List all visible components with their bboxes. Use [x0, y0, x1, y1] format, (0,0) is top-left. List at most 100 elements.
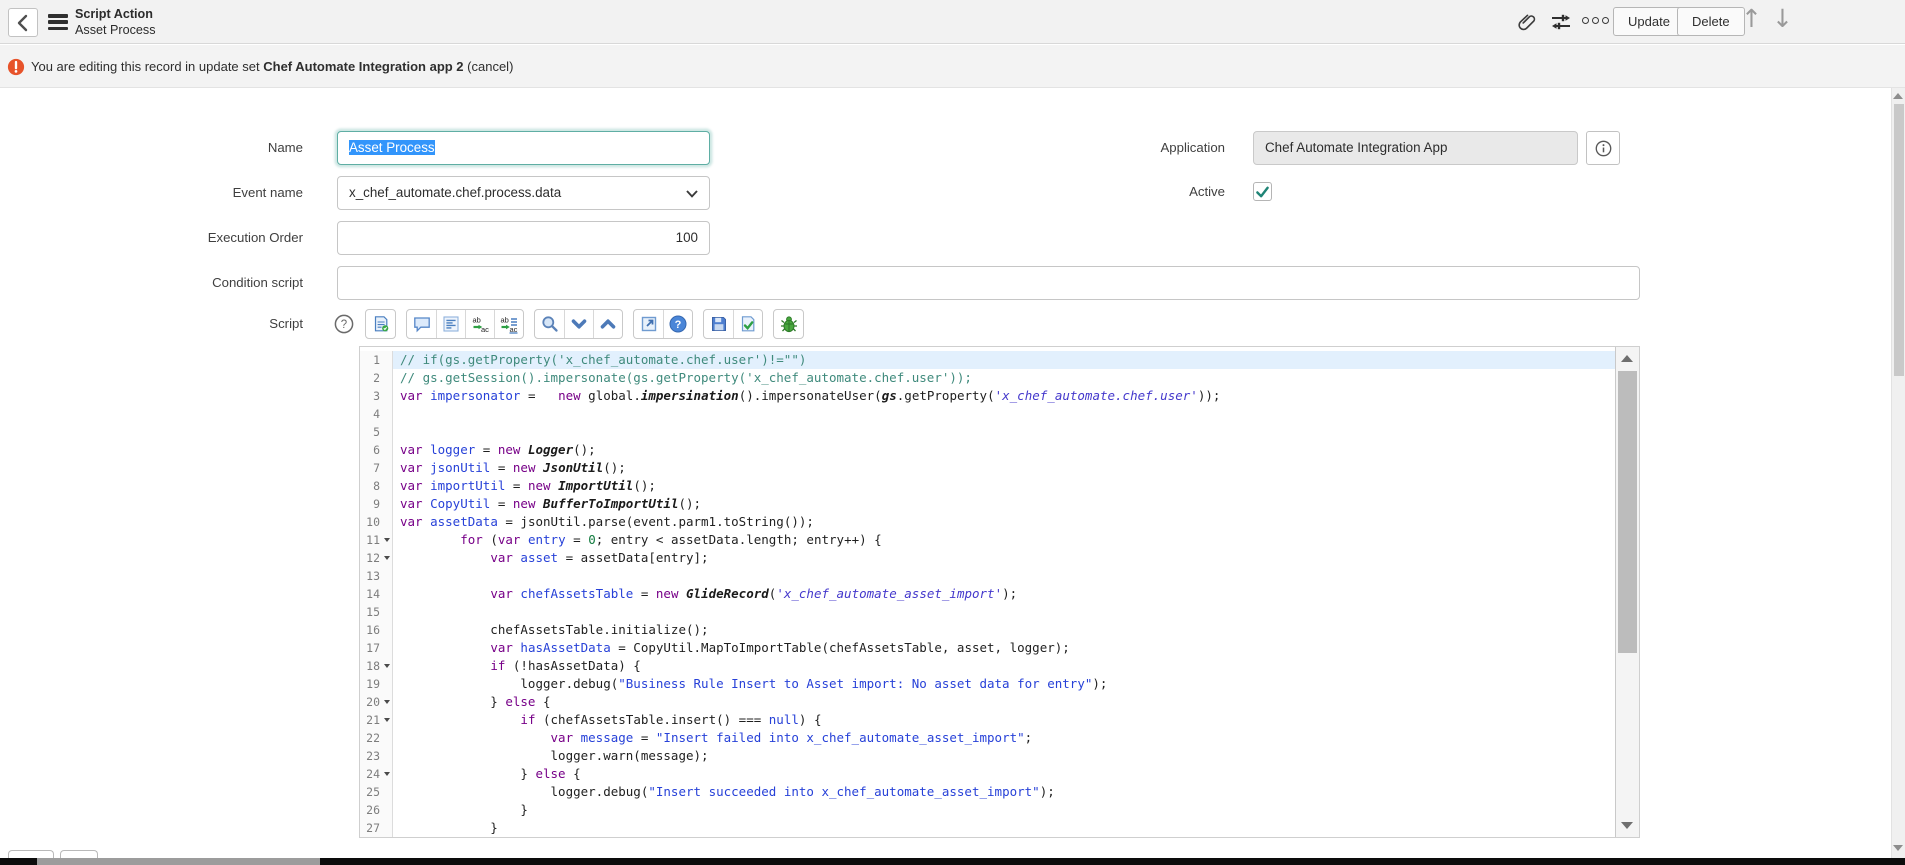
code-text[interactable]: logger.debug("Business Rule Insert to As… [393, 675, 1615, 693]
code-text[interactable]: var message = "Insert failed into x_chef… [393, 729, 1615, 747]
code-text[interactable] [393, 423, 1615, 441]
code-line-11[interactable]: 11 for (var entry = 0; entry < assetData… [360, 531, 1615, 549]
code-text[interactable]: var hasAssetData = CopyUtil.MapToImportT… [393, 639, 1615, 657]
code-line-24[interactable]: 24 } else { [360, 765, 1615, 783]
code-line-3[interactable]: 3var impersonator = new global.impersina… [360, 387, 1615, 405]
editor-scrollbar[interactable] [1615, 347, 1639, 837]
personalize-form-icon[interactable] [1548, 9, 1574, 35]
code-text[interactable]: var CopyUtil = new BufferToImportUtil(); [393, 495, 1615, 513]
code-fold-icon[interactable] [384, 718, 390, 722]
banner-cancel-link[interactable]: (cancel) [464, 59, 514, 74]
code-text[interactable]: var jsonUtil = new JsonUtil(); [393, 459, 1615, 477]
application-info-button[interactable] [1586, 131, 1620, 165]
code-line-16[interactable]: 16 chefAssetsTable.initialize(); [360, 621, 1615, 639]
code-line-27[interactable]: 27 } [360, 819, 1615, 837]
script-code-editor[interactable]: 1// if(gs.getProperty('x_chef_automate.c… [359, 346, 1640, 838]
code-line-4[interactable]: 4 [360, 405, 1615, 423]
code-line-13[interactable]: 13 [360, 567, 1615, 585]
api-help-icon[interactable]: ? [663, 310, 692, 338]
code-text[interactable]: logger.warn(message); [393, 747, 1615, 765]
code-text[interactable]: var logger = new Logger(); [393, 441, 1615, 459]
debug-icon[interactable] [774, 310, 803, 338]
code-text[interactable]: var assetData = jsonUtil.parse(event.par… [393, 513, 1615, 531]
code-fold-icon[interactable] [384, 538, 390, 542]
find-previous-icon[interactable] [593, 310, 622, 338]
next-record-icon[interactable]: ↓ [1772, 4, 1793, 33]
code-line-26[interactable]: 26 } [360, 801, 1615, 819]
code-text[interactable]: for (var entry = 0; entry < assetData.le… [393, 531, 1615, 549]
code-text[interactable]: if (!hasAssetData) { [393, 657, 1615, 675]
code-text[interactable] [393, 405, 1615, 423]
code-text[interactable]: var importUtil = new ImportUtil(); [393, 477, 1615, 495]
replace-all-icon[interactable]: abac [494, 310, 523, 338]
page-scroll-up-icon[interactable] [1893, 93, 1903, 99]
code-fold-icon[interactable] [384, 700, 390, 704]
code-text[interactable]: logger.debug("Insert succeeded into x_ch… [393, 783, 1615, 801]
editor-scroll-up-icon[interactable] [1621, 355, 1633, 362]
page-scrollbar[interactable] [1891, 88, 1905, 858]
event-name-select[interactable]: x_chef_automate.chef.process.data [337, 176, 710, 210]
code-text[interactable] [393, 567, 1615, 585]
context-menu-icon[interactable] [48, 14, 68, 30]
horizontal-scrollbar-thumb[interactable] [37, 858, 320, 865]
toggle-comment-icon[interactable] [407, 310, 436, 338]
code-line-18[interactable]: 18 if (!hasAssetData) { [360, 657, 1615, 675]
code-line-15[interactable]: 15 [360, 603, 1615, 621]
page-scroll-down-icon[interactable] [1893, 845, 1903, 851]
code-line-14[interactable]: 14 var chefAssetsTable = new GlideRecord… [360, 585, 1615, 603]
code-text[interactable]: if (chefAssetsTable.insert() === null) { [393, 711, 1615, 729]
code-line-19[interactable]: 19 logger.debug("Business Rule Insert to… [360, 675, 1615, 693]
delete-button[interactable]: Delete [1677, 7, 1745, 36]
code-text[interactable]: } [393, 819, 1615, 837]
search-icon[interactable] [535, 310, 564, 338]
back-button[interactable] [8, 8, 38, 37]
code-line-2[interactable]: 2// gs.getSession().impersonate(gs.getPr… [360, 369, 1615, 387]
active-checkbox[interactable] [1253, 182, 1272, 201]
replace-icon[interactable]: abac [465, 310, 494, 338]
code-line-1[interactable]: 1// if(gs.getProperty('x_chef_automate.c… [360, 351, 1615, 369]
code-text[interactable]: } else { [393, 693, 1615, 711]
code-text[interactable] [393, 603, 1615, 621]
format-code-icon[interactable] [436, 310, 465, 338]
code-fold-icon[interactable] [384, 772, 390, 776]
find-next-icon[interactable] [564, 310, 593, 338]
syntax-check-icon[interactable] [733, 310, 762, 338]
more-options-icon[interactable] [1582, 17, 1609, 24]
code-line-9[interactable]: 9var CopyUtil = new BufferToImportUtil()… [360, 495, 1615, 513]
code-lines[interactable]: 1// if(gs.getProperty('x_chef_automate.c… [360, 347, 1615, 837]
code-line-10[interactable]: 10var assetData = jsonUtil.parse(event.p… [360, 513, 1615, 531]
code-line-21[interactable]: 21 if (chefAssetsTable.insert() === null… [360, 711, 1615, 729]
code-text[interactable]: var impersonator = new global.impersinat… [393, 387, 1615, 405]
code-line-5[interactable]: 5 [360, 423, 1615, 441]
code-line-6[interactable]: 6var logger = new Logger(); [360, 441, 1615, 459]
code-text[interactable]: var asset = assetData[entry]; [393, 549, 1615, 567]
code-fold-icon[interactable] [384, 556, 390, 560]
script-editor-icon[interactable] [366, 310, 395, 338]
save-icon[interactable] [704, 310, 733, 338]
open-full-screen-icon[interactable] [634, 310, 663, 338]
previous-record-icon[interactable]: ↑ [1741, 4, 1762, 33]
execution-order-input[interactable]: 100 [337, 221, 710, 255]
name-input[interactable]: Asset Process [337, 131, 710, 165]
code-fold-icon[interactable] [384, 664, 390, 668]
editor-scrollbar-thumb[interactable] [1618, 371, 1637, 653]
code-text[interactable]: } [393, 801, 1615, 819]
code-text[interactable]: var chefAssetsTable = new GlideRecord('x… [393, 585, 1615, 603]
editor-scroll-down-icon[interactable] [1621, 822, 1633, 829]
code-line-25[interactable]: 25 logger.debug("Insert succeeded into x… [360, 783, 1615, 801]
help-icon[interactable]: ? [333, 313, 355, 335]
code-line-23[interactable]: 23 logger.warn(message); [360, 747, 1615, 765]
code-line-12[interactable]: 12 var asset = assetData[entry]; [360, 549, 1615, 567]
code-line-7[interactable]: 7var jsonUtil = new JsonUtil(); [360, 459, 1615, 477]
code-line-22[interactable]: 22 var message = "Insert failed into x_c… [360, 729, 1615, 747]
attachment-icon[interactable] [1514, 9, 1540, 35]
update-button[interactable]: Update [1613, 7, 1685, 36]
condition-script-input[interactable] [337, 266, 1640, 300]
code-text[interactable]: // gs.getSession().impersonate(gs.getPro… [393, 369, 1615, 387]
code-line-17[interactable]: 17 var hasAssetData = CopyUtil.MapToImpo… [360, 639, 1615, 657]
horizontal-scrollbar[interactable] [0, 858, 1905, 865]
code-line-20[interactable]: 20 } else { [360, 693, 1615, 711]
page-scrollbar-thumb[interactable] [1894, 104, 1904, 376]
code-text[interactable]: // if(gs.getProperty('x_chef_automate.ch… [393, 351, 1615, 369]
code-line-8[interactable]: 8var importUtil = new ImportUtil(); [360, 477, 1615, 495]
